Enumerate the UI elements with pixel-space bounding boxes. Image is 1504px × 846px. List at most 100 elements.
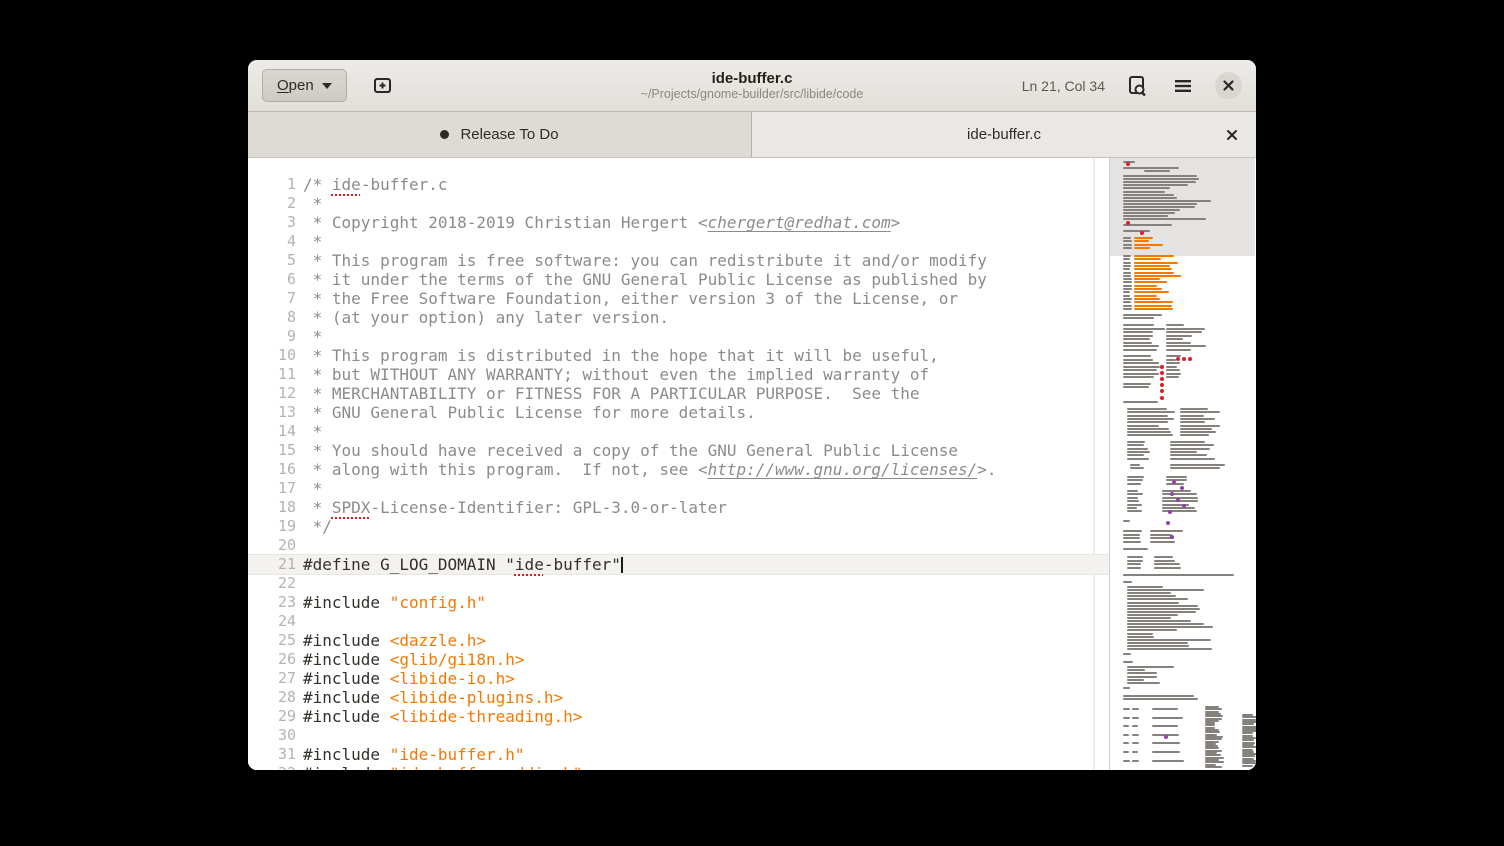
document-search-icon [1126, 74, 1148, 98]
code-text: * MERCHANTABILITY or FITNESS FOR A PARTI… [303, 384, 920, 403]
code-line[interactable]: 7 * the Free Software Foundation, either… [248, 289, 1109, 308]
code-line[interactable]: 14 * [248, 422, 1109, 441]
line-number: 16 [248, 460, 303, 479]
line-number: 22 [248, 574, 303, 593]
code-line[interactable]: 5 * This program is free software: you c… [248, 251, 1109, 270]
code-text: /* ide-buffer.c [303, 175, 448, 194]
line-number: 12 [248, 384, 303, 403]
code-line[interactable]: 19 */ [248, 517, 1109, 536]
code-line[interactable]: 15 * You should have received a copy of … [248, 441, 1109, 460]
error-mark [1126, 221, 1130, 225]
code-line[interactable]: 17 * [248, 479, 1109, 498]
note-mark [1176, 498, 1180, 502]
new-tab-button[interactable] [369, 72, 397, 100]
code-text: * SPDX-License-Identifier: GPL-3.0-or-la… [303, 498, 727, 517]
code-rows: 1/* ide-buffer.c2 *3 * Copyright 2018-20… [248, 158, 1109, 770]
minimap-overview[interactable] [1109, 158, 1255, 770]
tab-release-to-do[interactable]: Release To Do [248, 112, 752, 157]
code-text: * [303, 194, 322, 213]
code-text: * the Free Software Foundation, either v… [303, 289, 958, 308]
code-text: #include "ide-buffer.h" [303, 745, 525, 764]
code-text: * This program is distributed in the hop… [303, 346, 939, 365]
line-number: 11 [248, 365, 303, 384]
line-number: 1 [248, 175, 303, 194]
code-line[interactable]: 6 * it under the terms of the GNU Genera… [248, 270, 1109, 289]
line-number: 14 [248, 422, 303, 441]
note-mark [1166, 521, 1170, 525]
code-line[interactable]: 2 * [248, 194, 1109, 213]
tab-close-button[interactable] [1222, 125, 1242, 145]
error-mark [1140, 231, 1144, 235]
line-number: 5 [248, 251, 303, 270]
desktop-background: Open ide-buffer.c ~/Projects/gnome-build… [0, 0, 1504, 846]
code-line[interactable]: 3 * Copyright 2018-2019 Christian Herger… [248, 213, 1109, 232]
code-line[interactable]: 30 [248, 726, 1109, 745]
code-line[interactable]: 1/* ide-buffer.c [248, 175, 1109, 194]
tab-ide-buffer[interactable]: ide-buffer.c [752, 112, 1256, 157]
menu-button[interactable] [1169, 72, 1197, 100]
tab-bar: Release To Do ide-buffer.c [248, 112, 1256, 158]
code-line[interactable]: 18 * SPDX-License-Identifier: GPL-3.0-or… [248, 498, 1109, 517]
code-text: * This program is free software: you can… [303, 251, 987, 270]
tab-label: Release To Do [460, 126, 558, 143]
code-text: #include <libide-plugins.h> [303, 688, 563, 707]
line-number: 30 [248, 726, 303, 745]
code-line[interactable]: 25#include <dazzle.h> [248, 631, 1109, 650]
window-subtitle: ~/Projects/gnome-builder/src/libide/code [641, 87, 864, 102]
code-line[interactable]: 24 [248, 612, 1109, 631]
code-text: #include <libide-io.h> [303, 669, 515, 688]
code-line[interactable]: 28#include <libide-plugins.h> [248, 688, 1109, 707]
line-number: 21 [248, 555, 303, 574]
code-line[interactable]: 12 * MERCHANTABILITY or FITNESS FOR A PA… [248, 384, 1109, 403]
error-mark [1160, 383, 1164, 387]
code-line[interactable]: 26#include <glib/gi18n.h> [248, 650, 1109, 669]
document-search-button[interactable] [1123, 72, 1151, 100]
open-button-label: Open [277, 77, 314, 94]
note-mark [1164, 735, 1168, 739]
code-text: #include <dazzle.h> [303, 631, 486, 650]
code-line[interactable]: 8 * (at your option) any later version. [248, 308, 1109, 327]
error-mark [1188, 357, 1192, 361]
code-line[interactable]: 11 * but WITHOUT ANY WARRANTY; without e… [248, 365, 1109, 384]
line-number: 15 [248, 441, 303, 460]
code-line[interactable]: 20 [248, 536, 1109, 555]
line-number: 32 [248, 764, 303, 770]
code-line[interactable]: 10 * This program is distributed in the … [248, 346, 1109, 365]
error-mark [1126, 162, 1130, 166]
code-text: * along with this program. If not, see <… [303, 460, 997, 479]
error-mark [1160, 389, 1164, 393]
code-line[interactable]: 4 * [248, 232, 1109, 251]
source-editor[interactable]: 1/* ide-buffer.c2 *3 * Copyright 2018-20… [248, 158, 1109, 770]
line-number: 19 [248, 517, 303, 536]
line-number: 9 [248, 327, 303, 346]
line-number: 7 [248, 289, 303, 308]
code-line[interactable]: 31#include "ide-buffer.h" [248, 745, 1109, 764]
tab-label: ide-buffer.c [967, 126, 1041, 143]
line-number: 29 [248, 707, 303, 726]
open-button[interactable]: Open [262, 69, 347, 102]
code-line[interactable]: 21#define G_LOG_DOMAIN "ide-buffer" [248, 555, 1109, 574]
code-line[interactable]: 13 * GNU General Public License for more… [248, 403, 1109, 422]
line-number: 27 [248, 669, 303, 688]
window-title: ide-buffer.c [712, 70, 793, 87]
code-line[interactable]: 9 * [248, 327, 1109, 346]
code-line[interactable]: 32#include "ide-buffer-addin.h" [248, 764, 1109, 770]
note-mark [1170, 535, 1174, 539]
code-text: #define G_LOG_DOMAIN "ide-buffer" [303, 555, 623, 574]
window-close-button[interactable] [1215, 72, 1242, 99]
code-text: * GNU General Public License for more de… [303, 403, 756, 422]
modified-dot-icon [440, 130, 449, 139]
code-line[interactable]: 29#include <libide-threading.h> [248, 707, 1109, 726]
code-line[interactable]: 16 * along with this program. If not, se… [248, 460, 1109, 479]
code-text: #include "ide-buffer-addin.h" [303, 764, 582, 770]
note-mark [1180, 486, 1184, 490]
code-text: * Copyright 2018-2019 Christian Hergert … [303, 213, 900, 232]
code-text: * (at your option) any later version. [303, 308, 669, 327]
code-line[interactable]: 23#include "config.h" [248, 593, 1109, 612]
line-number: 18 [248, 498, 303, 517]
cursor-position-label: Ln 21, Col 34 [1022, 78, 1105, 94]
line-number: 26 [248, 650, 303, 669]
error-mark [1160, 365, 1164, 369]
code-line[interactable]: 27#include <libide-io.h> [248, 669, 1109, 688]
code-line[interactable]: 22 [248, 574, 1109, 593]
